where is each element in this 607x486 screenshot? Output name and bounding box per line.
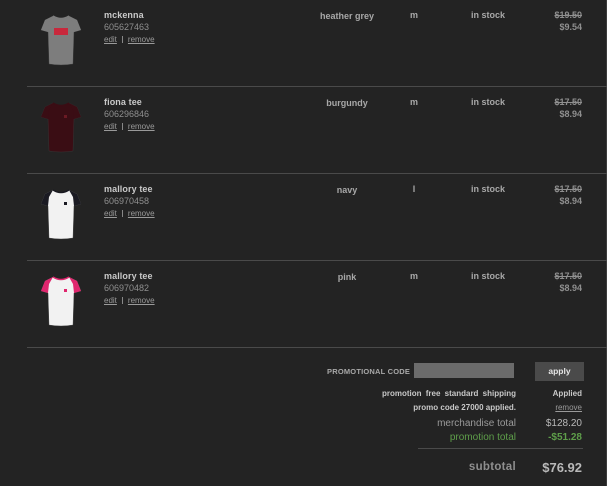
edit-link[interactable]: edit bbox=[104, 209, 117, 218]
promotion-description: promotion free standard shipping bbox=[381, 389, 516, 398]
product-color: heather grey bbox=[319, 11, 375, 21]
availability-status: in stock bbox=[471, 97, 506, 107]
remove-link[interactable]: remove bbox=[128, 296, 155, 305]
separator bbox=[121, 123, 123, 130]
separator bbox=[121, 297, 123, 304]
product-size: l bbox=[412, 184, 416, 194]
item-actions: edit remove bbox=[104, 209, 155, 218]
edit-link[interactable]: edit bbox=[104, 122, 117, 131]
product-name[interactable]: mallory tee bbox=[104, 184, 153, 194]
promotion-status: Applied bbox=[552, 389, 582, 398]
item-actions: edit remove bbox=[104, 35, 155, 44]
subtotal-label: subtotal bbox=[468, 461, 516, 473]
cart-item: fiona tee 606296846 edit remove burgundy … bbox=[27, 87, 607, 174]
original-price: $17.50 bbox=[554, 184, 582, 194]
merchandise-total-label: merchandise total bbox=[437, 418, 516, 429]
availability-status: in stock bbox=[471, 184, 506, 194]
tshirt-graphic bbox=[64, 202, 67, 205]
sale-price: $8.94 bbox=[559, 283, 582, 293]
promo-code-applied-text: promo code 27000 applied. bbox=[413, 403, 516, 412]
sale-price: $9.54 bbox=[559, 22, 582, 32]
product-size: m bbox=[409, 271, 418, 281]
product-thumbnail[interactable] bbox=[39, 269, 83, 329]
product-thumbnail[interactable] bbox=[39, 182, 83, 242]
remove-link[interactable]: remove bbox=[128, 122, 155, 131]
remove-promo-link[interactable]: remove bbox=[555, 403, 582, 412]
product-name[interactable]: mallory tee bbox=[104, 271, 153, 281]
tshirt-image bbox=[40, 15, 82, 66]
item-actions: edit remove bbox=[104, 122, 155, 131]
tshirt-image bbox=[40, 189, 82, 240]
original-price: $19.50 bbox=[554, 10, 582, 20]
tshirt-graphic bbox=[64, 115, 67, 118]
tshirt-image bbox=[40, 276, 82, 327]
tshirt-graphic bbox=[54, 28, 68, 35]
availability-status: in stock bbox=[471, 271, 506, 281]
product-size: m bbox=[409, 10, 418, 20]
product-color: burgundy bbox=[326, 98, 368, 108]
product-name[interactable]: fiona tee bbox=[104, 97, 142, 107]
remove-link[interactable]: remove bbox=[128, 209, 155, 218]
original-price: $17.50 bbox=[554, 271, 582, 281]
apply-button[interactable]: apply bbox=[535, 362, 584, 381]
product-color: navy bbox=[336, 185, 358, 195]
promo-code-label: PROMOTIONAL CODE bbox=[327, 367, 411, 376]
promotion-total-label: promotion total bbox=[449, 432, 516, 443]
sale-price: $8.94 bbox=[559, 109, 582, 119]
cart-item: mallory tee 606970458 edit remove navy l … bbox=[27, 174, 607, 261]
remove-link[interactable]: remove bbox=[128, 35, 155, 44]
availability-status: in stock bbox=[471, 10, 506, 20]
product-size: m bbox=[409, 97, 418, 107]
cart-item: mckenna 605627463 edit remove heather gre… bbox=[27, 0, 607, 87]
promotion-total-value: -$51.28 bbox=[548, 432, 582, 443]
edit-link[interactable]: edit bbox=[104, 296, 117, 305]
product-name[interactable]: mckenna bbox=[104, 10, 144, 20]
product-sku: 606970458 bbox=[104, 196, 150, 206]
subtotal-value: $76.92 bbox=[542, 460, 582, 475]
product-sku: 605627463 bbox=[104, 22, 150, 32]
item-actions: edit remove bbox=[104, 296, 155, 305]
promo-code-input[interactable] bbox=[414, 363, 514, 378]
sale-price: $8.94 bbox=[559, 196, 582, 206]
product-color: pink bbox=[337, 272, 357, 282]
product-thumbnail[interactable] bbox=[39, 95, 83, 155]
product-sku: 606970482 bbox=[104, 283, 150, 293]
edit-link[interactable]: edit bbox=[104, 35, 117, 44]
shopping-bag-panel: mckenna 605627463 edit remove heather gre… bbox=[0, 0, 607, 486]
tshirt-image bbox=[40, 102, 82, 153]
product-thumbnail[interactable] bbox=[39, 8, 83, 68]
cart-item: mallory tee 606970482 edit remove pink m … bbox=[27, 261, 607, 348]
separator bbox=[121, 36, 123, 43]
tshirt-graphic bbox=[64, 289, 67, 292]
original-price: $17.50 bbox=[554, 97, 582, 107]
product-sku: 606296846 bbox=[104, 109, 150, 119]
merchandise-total-value: $128.20 bbox=[545, 418, 582, 429]
totals-divider bbox=[418, 448, 583, 449]
separator bbox=[121, 210, 123, 217]
